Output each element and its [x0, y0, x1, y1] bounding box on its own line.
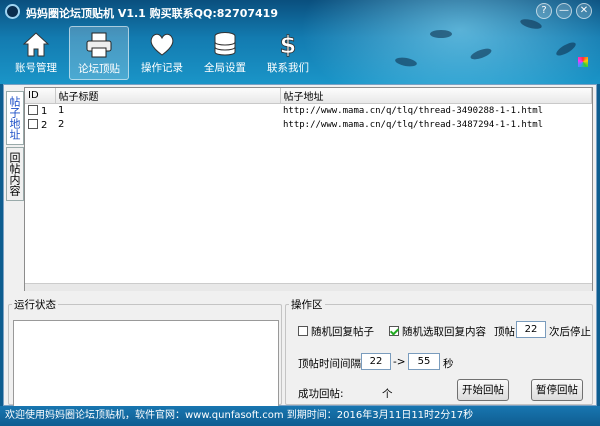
side-tabs: 帖子地址 回帖内容: [6, 91, 24, 203]
toolbar-contact-us[interactable]: $ 联系我们: [258, 26, 318, 80]
row-id-cell: 1: [25, 104, 55, 118]
row-id-cell: 2: [25, 118, 55, 132]
help-button[interactable]: ?: [536, 3, 552, 19]
col-header-title[interactable]: 帖子标题: [55, 88, 281, 104]
bump-count-input[interactable]: 22: [516, 321, 546, 338]
minimize-button[interactable]: —: [556, 3, 572, 19]
printer-icon: [86, 32, 112, 58]
random-content-label: 随机选取回复内容: [402, 326, 486, 338]
row-id: 2: [41, 119, 48, 131]
random-content-option[interactable]: 随机选取回复内容: [389, 324, 486, 339]
main-panel: 帖子地址 回帖内容 ID 帖子标题 帖子地址 1 1 http://www.ma…: [3, 84, 597, 410]
app-window: 妈妈圈论坛顶贴机 V1.1 购买联系QQ:82707419 ? — ✕ 账号管理…: [0, 0, 600, 426]
run-status-legend: 运行状态: [14, 299, 56, 311]
random-reply-option[interactable]: 随机回复帖子: [298, 324, 374, 339]
col-header-url[interactable]: 帖子地址: [280, 88, 592, 104]
interval-label: 顶帖时间间隔: [298, 358, 361, 370]
toolbar-label: 全局设置: [204, 62, 246, 74]
interval-min-input[interactable]: 22: [361, 353, 391, 370]
horizontal-scrollbar[interactable]: [25, 283, 592, 291]
svg-text:$: $: [280, 31, 297, 58]
random-reply-label: 随机回复帖子: [311, 326, 374, 338]
tab-reply-content[interactable]: 回帖内容: [6, 147, 24, 201]
close-button[interactable]: ✕: [576, 3, 592, 19]
interval-max-input[interactable]: 55: [408, 353, 440, 370]
status-bar: 欢迎使用妈妈圈论坛顶贴机，软件官网：www.qunfasoft.com 到期时间…: [0, 406, 600, 426]
bump-label: 顶帖: [494, 326, 515, 338]
run-status-group: 运行状态: [8, 297, 282, 410]
dollar-icon: $: [279, 31, 297, 58]
window-title: 妈妈圈论坛顶贴机 V1.1 购买联系QQ:82707419: [26, 7, 278, 20]
row-checkbox[interactable]: [28, 118, 38, 129]
row-checkbox[interactable]: [28, 104, 38, 115]
run-status-log[interactable]: [13, 320, 279, 410]
random-reply-checkbox[interactable]: [298, 326, 308, 336]
toolbar-account-manage[interactable]: 账号管理: [6, 26, 66, 80]
table-row[interactable]: 1 1 http://www.mama.cn/q/tlq/thread-3490…: [25, 104, 592, 118]
table-header-row: ID 帖子标题 帖子地址: [25, 88, 592, 104]
interval-unit: 秒: [443, 358, 454, 370]
toolbar-forum-bump[interactable]: 论坛顶贴: [69, 26, 129, 80]
header-banner: 妈妈圈论坛顶贴机 V1.1 购买联系QQ:82707419 ? — ✕ 账号管理…: [0, 0, 600, 84]
operation-legend: 操作区: [291, 299, 323, 311]
post-table[interactable]: ID 帖子标题 帖子地址 1 1 http://www.mama.cn/q/tl…: [24, 87, 593, 291]
table-row[interactable]: 2 2 http://www.mama.cn/q/tlq/thread-3487…: [25, 118, 592, 132]
interval-arrow: ->: [393, 356, 406, 368]
row-title: 1: [58, 105, 65, 117]
random-content-checkbox[interactable]: [389, 326, 399, 336]
toolbar-operation-log[interactable]: 操作记录: [132, 26, 192, 80]
col-header-id[interactable]: ID: [25, 88, 56, 104]
toolbar-label: 论坛顶贴: [78, 63, 120, 75]
database-icon: [214, 32, 236, 56]
skin-color-icon[interactable]: [578, 57, 588, 67]
pause-reply-button[interactable]: 暂停回帖: [531, 379, 583, 401]
row-title: 2: [58, 119, 65, 130]
home-icon: [22, 32, 50, 57]
success-count-label: 成功回帖:: [298, 388, 344, 400]
app-logo-icon: [5, 4, 20, 19]
toolbar-label: 账号管理: [15, 62, 57, 74]
row-url: http://www.mama.cn/q/tlq/thread-3487294-…: [283, 119, 544, 130]
toolbar-label: 操作记录: [141, 62, 183, 74]
row-url: http://www.mama.cn/q/tlq/thread-3490288-…: [283, 105, 544, 116]
toolbar-global-settings[interactable]: 全局设置: [195, 26, 255, 80]
tab-post-urls[interactable]: 帖子地址: [6, 91, 24, 145]
title-bar[interactable]: 妈妈圈论坛顶贴机 V1.1 购买联系QQ:82707419 ? — ✕: [0, 0, 600, 24]
bump-suffix-label: 次后停止: [549, 326, 591, 338]
start-reply-button[interactable]: 开始回帖: [457, 379, 509, 401]
operation-group: 操作区 随机回复帖子 随机选取回复内容 顶帖 22 次后停止 顶帖时间间隔 22…: [285, 297, 593, 405]
toolbar-label: 联系我们: [267, 62, 309, 74]
heart-icon: [150, 33, 174, 56]
row-id: 1: [41, 105, 48, 117]
success-count-unit: 个: [382, 388, 393, 400]
